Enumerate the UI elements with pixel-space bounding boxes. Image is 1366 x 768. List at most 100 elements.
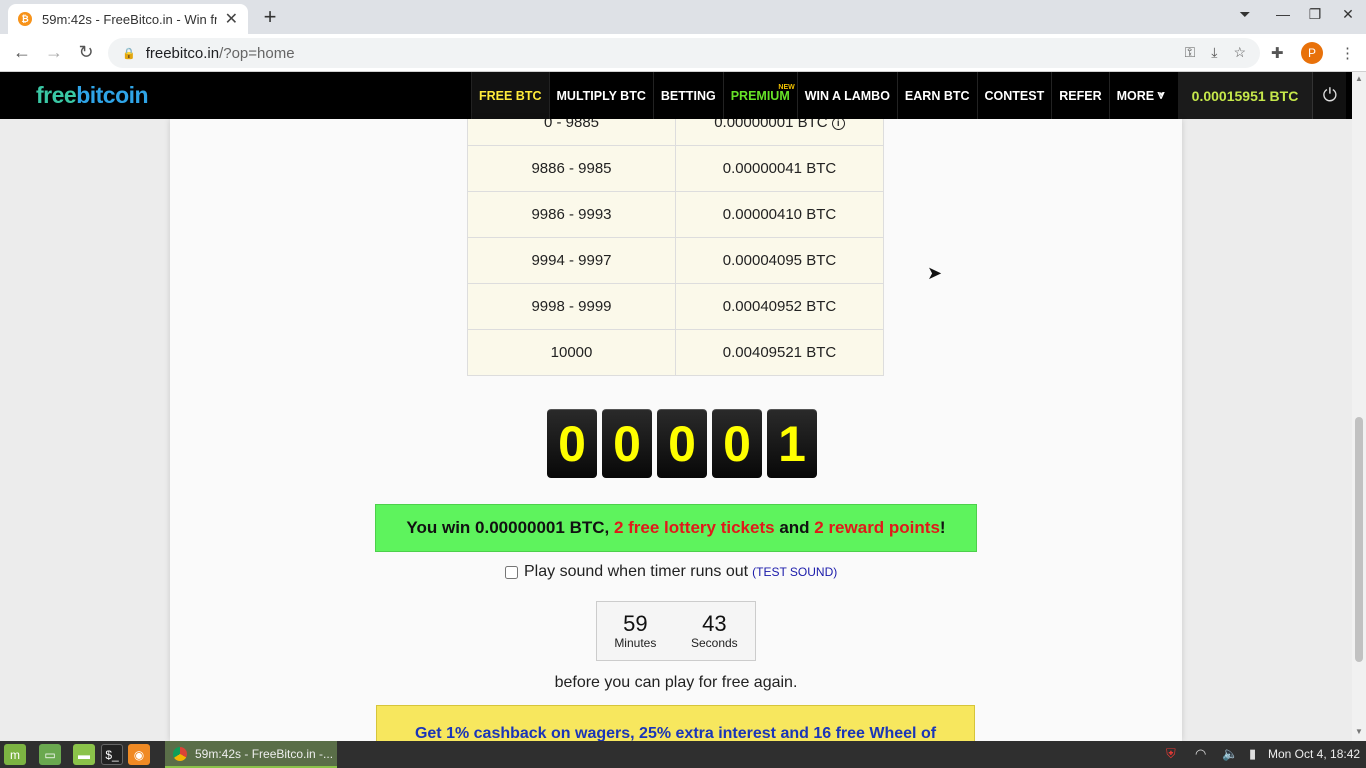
- cashback-promo[interactable]: Get 1% cashback on wagers, 25% extra int…: [376, 705, 975, 741]
- reload-icon[interactable]: ↻: [75, 42, 97, 63]
- firefox-icon[interactable]: ◉: [128, 744, 150, 765]
- table-row: 9886 - 9985 0.00000041 BTC: [467, 145, 884, 192]
- chrome-icon: [173, 746, 187, 761]
- logo-part-free: free: [36, 82, 77, 108]
- countdown-timer: 59 Minutes 43 Seconds: [596, 601, 756, 661]
- range-cell: 9998 - 9999: [467, 283, 676, 330]
- url-path: /?op=home: [219, 44, 295, 62]
- payout-table: 0 - 9885 0.00000001 BTC i 9886 - 9985 0.…: [467, 119, 884, 376]
- nav-premium[interactable]: PREMIUM NEW: [722, 72, 797, 119]
- scroll-down-icon[interactable]: ▼: [1355, 727, 1363, 736]
- menu-kebab-icon[interactable]: ⋮: [1340, 44, 1355, 62]
- os-taskbar: m ▭ ▬ $_ ◉ 59m:42s - FreeBitco.in -... ⛨…: [0, 741, 1366, 768]
- nav-menu: FREE BTC MULTIPLY BTC BETTING PREMIUM NEW…: [471, 72, 1347, 119]
- nav-multiply-btc[interactable]: MULTIPLY BTC: [548, 72, 653, 119]
- play-sound-checkbox[interactable]: [505, 565, 518, 579]
- table-row: 0 - 9885 0.00000001 BTC i: [467, 119, 884, 146]
- mint-menu-icon[interactable]: m: [4, 744, 26, 765]
- forward-icon[interactable]: →: [43, 42, 65, 63]
- before-play-text: before you can play for free again.: [554, 674, 798, 691]
- nav-free-btc[interactable]: FREE BTC: [471, 72, 549, 119]
- range-cell: 9986 - 9993: [467, 191, 676, 238]
- volume-icon[interactable]: 🔈: [1222, 746, 1238, 762]
- files-icon[interactable]: ▬: [73, 744, 95, 765]
- mouse-cursor-icon: ➤: [927, 263, 943, 283]
- restore-icon[interactable]: ❐: [1304, 6, 1326, 23]
- minutes-label: Minutes: [614, 636, 657, 650]
- win-suffix: !: [939, 518, 946, 537]
- key-icon[interactable]: ⚿: [1185, 44, 1196, 61]
- roll-digit: 0: [657, 409, 707, 478]
- bookmark-star-icon[interactable]: ☆: [1233, 44, 1246, 61]
- table-row: 9986 - 9993 0.00000410 BTC: [467, 191, 884, 238]
- roll-digit: 0: [547, 409, 597, 478]
- roll-digit: 0: [712, 409, 762, 478]
- lock-icon[interactable]: 🔒: [122, 47, 136, 60]
- nav-more[interactable]: MORE ⩔: [1108, 72, 1172, 119]
- nav-win-a-lambo[interactable]: WIN A LAMBO: [796, 72, 897, 119]
- win-points: 2 reward points: [814, 518, 940, 537]
- balance-display: 0.00015951 BTC: [1177, 72, 1313, 119]
- battery-icon[interactable]: ▮: [1249, 746, 1256, 762]
- bitcoin-favicon-icon: ₿: [18, 12, 32, 26]
- minimize-icon[interactable]: —: [1272, 6, 1294, 22]
- nav-more-label: MORE: [1116, 88, 1155, 103]
- scroll-thumb[interactable]: [1355, 417, 1363, 662]
- table-row: 10000 0.00409521 BTC: [467, 329, 884, 376]
- back-icon[interactable]: ←: [11, 42, 33, 63]
- show-desktop-icon[interactable]: ▭: [39, 744, 61, 765]
- win-prefix: You win 0.00000001 BTC,: [406, 518, 614, 537]
- roll-number-display: 0 0 0 0 1: [547, 409, 817, 478]
- scroll-up-icon[interactable]: ▲: [1355, 74, 1363, 83]
- payout-cell: 0.00000410 BTC: [675, 191, 884, 238]
- range-cell: 0 - 9885: [467, 119, 676, 146]
- range-cell: 9886 - 9985: [467, 145, 676, 192]
- nav-contest[interactable]: CONTEST: [976, 72, 1052, 119]
- new-badge: NEW: [778, 84, 795, 91]
- seconds-label: Seconds: [690, 636, 738, 650]
- payout-value: 0.00000001 BTC: [714, 119, 828, 131]
- sound-option: Play sound when timer runs out (TEST SOU…: [505, 563, 837, 581]
- terminal-icon[interactable]: $_: [101, 744, 123, 765]
- nav-earn-btc[interactable]: EARN BTC: [896, 72, 977, 119]
- window-close-icon[interactable]: ✕: [1337, 6, 1359, 23]
- test-sound-link[interactable]: (TEST SOUND): [752, 565, 837, 579]
- timer-minutes: 59 Minutes: [614, 611, 657, 651]
- payout-cell: 0.00000001 BTC i: [675, 119, 884, 146]
- info-icon[interactable]: i: [831, 119, 845, 130]
- play-sound-label: Play sound when timer runs out: [524, 563, 749, 580]
- roll-digit: 1: [767, 409, 817, 478]
- nav-refer[interactable]: REFER: [1051, 72, 1108, 119]
- payout-cell: 0.00409521 BTC: [675, 329, 884, 376]
- new-tab-icon[interactable]: +: [258, 4, 282, 29]
- install-icon[interactable]: ⤓: [1211, 44, 1217, 61]
- win-tickets: 2 free lottery tickets: [613, 518, 775, 537]
- power-logout-icon[interactable]: ⏻: [1312, 72, 1347, 119]
- update-shield-icon[interactable]: ⛨: [1166, 746, 1176, 762]
- address-bar[interactable]: 🔒 freebitco.in/?op=home ⚿ ⤓ ☆: [108, 38, 1260, 68]
- tab-search-icon[interactable]: ⏷: [1234, 6, 1256, 23]
- taskbar-clock[interactable]: Mon Oct 4, 18:42: [1268, 747, 1360, 761]
- logo-part-bitcoin: bitcoin: [76, 82, 149, 108]
- close-tab-icon[interactable]: ✕: [225, 9, 238, 29]
- browser-toolbar: ← → ↻ 🔒 freebitco.in/?op=home ⚿ ⤓ ☆ ✚ P …: [0, 34, 1366, 72]
- browser-tabbar: ₿ 59m:42s - FreeBitco.in - Win fre ✕ + ⏷…: [0, 0, 1366, 34]
- table-row: 9994 - 9997 0.00004095 BTC: [467, 237, 884, 284]
- wifi-icon[interactable]: ◠: [1195, 746, 1206, 762]
- range-cell: 9994 - 9997: [467, 237, 676, 284]
- payout-cell: 0.00000041 BTC: [675, 145, 884, 192]
- minutes-value: 59: [623, 611, 648, 636]
- browser-tab[interactable]: ₿ 59m:42s - FreeBitco.in - Win fre ✕: [8, 4, 248, 34]
- taskbar-chrome-window[interactable]: 59m:42s - FreeBitco.in -...: [165, 741, 337, 768]
- main-content: 0 - 9885 0.00000001 BTC i 9886 - 9985 0.…: [170, 119, 1182, 741]
- site-logo[interactable]: freebitcoin: [36, 82, 149, 109]
- win-middle: and: [774, 518, 815, 537]
- tab-title: 59m:42s - FreeBitco.in - Win fre: [42, 11, 217, 27]
- payout-cell: 0.00040952 BTC: [675, 283, 884, 330]
- profile-avatar[interactable]: P: [1301, 42, 1323, 64]
- nav-betting[interactable]: BETTING: [652, 72, 723, 119]
- page-scrollbar[interactable]: ▲ ▼: [1352, 72, 1366, 741]
- extensions-icon[interactable]: ✚: [1271, 44, 1284, 62]
- table-row: 9998 - 9999 0.00040952 BTC: [467, 283, 884, 330]
- seconds-value: 43: [702, 611, 727, 636]
